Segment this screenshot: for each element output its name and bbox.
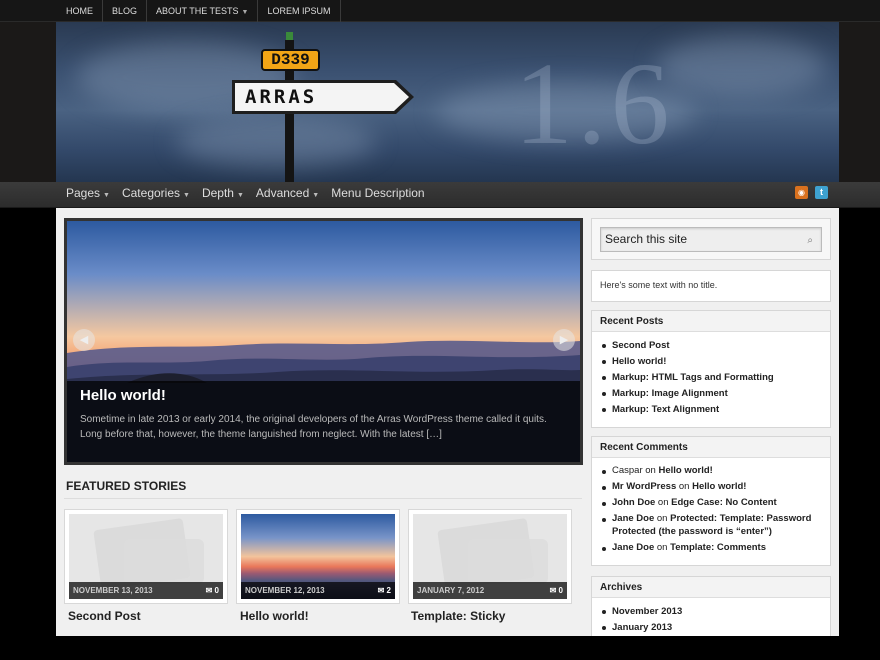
header-banner[interactable]: 1.6 D339 ARRAS [56, 22, 839, 182]
slide-excerpt: Sometime in late 2013 or early 2014, the… [80, 414, 547, 440]
list-item[interactable]: January 2013 [602, 620, 820, 636]
mainnav-item-advanced[interactable]: Advanced ▼ [256, 182, 319, 208]
card-title[interactable]: Hello world! [240, 609, 309, 623]
card-title[interactable]: Template: Sticky [411, 609, 505, 623]
comment-post-link[interactable]: Template: Comments [670, 542, 766, 553]
featured-slideshow[interactable]: ◀ ▶ Hello world! Sometime in late 2013 o… [64, 218, 583, 465]
comment-post-link[interactable]: Hello world! [692, 481, 746, 492]
card-date: NOVEMBER 13, 2013 [73, 586, 153, 595]
list-item: Jane Doe on Protected: Template: Passwor… [602, 512, 820, 538]
search-widget: Search this site ⌕ [591, 218, 831, 260]
chevron-down-icon: ▼ [236, 192, 244, 199]
slide-caption: Hello world! Sometime in late 2013 or ea… [67, 381, 580, 462]
comment-count: 2 [386, 586, 391, 595]
mainnav-item-pages[interactable]: Pages ▼ [66, 182, 110, 208]
chevron-down-icon: ▼ [241, 9, 249, 16]
topnav-item-lorem-ipsum[interactable]: LOREM IPSUM [258, 0, 341, 22]
chevron-down-icon: ▼ [312, 192, 320, 199]
list-item[interactable]: Markup: Image Alignment [602, 386, 820, 402]
page-bottom [0, 636, 880, 660]
topnav-item-about-the-tests[interactable]: ABOUT THE TESTS ▼ [147, 0, 259, 22]
card-date: JANUARY 7, 2012 [417, 586, 485, 595]
slide-title[interactable]: Hello world! [80, 387, 567, 404]
featured-card[interactable]: JANUARY 7, 2012 ✉ 0 [408, 509, 572, 604]
rss-icon[interactable]: ◉ [795, 186, 808, 199]
topnav-item-home[interactable]: HOME [57, 0, 103, 22]
recent-posts-widget: Recent Posts Second Post Hello world! Ma… [591, 310, 831, 428]
card-thumbnail: NOVEMBER 12, 2013 ✉ 2 [241, 514, 395, 599]
list-item[interactable]: Hello world! [602, 354, 820, 370]
featured-card[interactable]: NOVEMBER 12, 2013 ✉ 2 [236, 509, 400, 604]
recent-comments-widget: Recent Comments Caspar on Hello world! M… [591, 436, 831, 566]
arrow-right-icon[interactable]: ▶ [553, 329, 575, 351]
comment-count: 0 [214, 586, 219, 595]
comment-count: 0 [558, 586, 563, 595]
search-input[interactable]: Search this site ⌕ [600, 227, 822, 252]
topnav-item-blog[interactable]: BLOG [103, 0, 148, 22]
site-title: ARRAS [245, 86, 318, 108]
top-nav: HOME BLOG ABOUT THE TESTS ▼ LOREM IPSUM [0, 0, 880, 22]
comment-icon: ✉ [549, 586, 557, 595]
list-item: Mr WordPress on Hello world! [602, 480, 820, 493]
chevron-down-icon: ▼ [103, 192, 110, 199]
comment-icon: ✉ [377, 586, 385, 595]
list-item: Jane Doe on Template: Comments [602, 541, 820, 554]
widget-title: Archives [592, 577, 830, 598]
site-logo: ARRAS [231, 79, 416, 115]
header: 1.6 D339 ARRAS [0, 22, 880, 182]
mainnav-item-categories[interactable]: Categories ▼ [122, 182, 190, 208]
featured-heading: FEATURED STORIES [66, 479, 187, 493]
list-item[interactable]: Second Post [602, 338, 820, 354]
widget-title: Recent Posts [592, 311, 830, 332]
card-thumbnail: NOVEMBER 13, 2013 ✉ 0 [69, 514, 223, 599]
road-plate: D339 [261, 49, 320, 71]
mainnav-item-depth[interactable]: Depth ▼ [202, 182, 244, 208]
search-icon[interactable]: ⌕ [807, 229, 813, 252]
card-date: NOVEMBER 12, 2013 [245, 586, 325, 595]
version-watermark: 1.6 [514, 38, 674, 169]
featured-card[interactable]: NOVEMBER 13, 2013 ✉ 0 [64, 509, 228, 604]
comment-author[interactable]: Jane Doe [612, 513, 654, 524]
comment-icon: ✉ [205, 586, 213, 595]
list-item[interactable]: November 2013 [602, 604, 820, 620]
arrow-left-icon[interactable]: ◀ [73, 329, 95, 351]
text-widget: Here's some text with no title. [591, 270, 831, 302]
divider [64, 498, 582, 499]
comment-post-link[interactable]: Edge Case: No Content [671, 497, 777, 508]
comment-author[interactable]: Jane Doe [612, 542, 654, 553]
comment-author: Caspar [612, 465, 643, 476]
list-item[interactable]: Markup: Text Alignment [602, 402, 820, 418]
chevron-down-icon: ▼ [183, 192, 190, 199]
comment-author[interactable]: Mr WordPress [612, 481, 676, 492]
main-nav: Pages ▼ Categories ▼ Depth ▼ Advanced ▼ Menu… [0, 182, 880, 208]
comment-author[interactable]: John Doe [612, 497, 655, 508]
mainnav-item-menu-description[interactable]: Menu Description [331, 182, 424, 208]
card-thumbnail: JANUARY 7, 2012 ✉ 0 [413, 514, 567, 599]
list-item[interactable]: Markup: HTML Tags and Formatting [602, 370, 820, 386]
card-title[interactable]: Second Post [68, 609, 141, 623]
comment-post-link[interactable]: Hello world! [658, 465, 712, 476]
list-item: John Doe on Edge Case: No Content [602, 496, 820, 509]
list-item: Caspar on Hello world! [602, 464, 820, 477]
widget-title: Recent Comments [592, 437, 830, 458]
twitter-icon[interactable]: t [815, 186, 828, 199]
